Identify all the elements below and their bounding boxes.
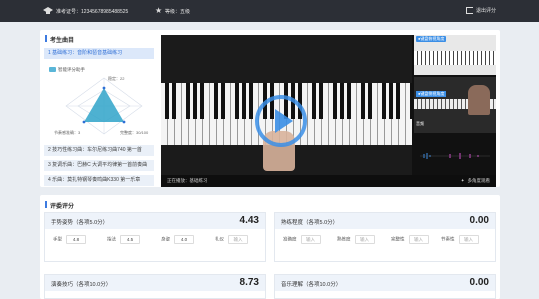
black-key [312,83,316,119]
graduation-cap-icon [43,7,53,14]
side-video-side-view[interactable]: ●键盘侧视角度 音频 [414,77,496,133]
black-key [389,83,393,119]
field-fluency: 熟练度 输入 [337,235,375,244]
card-score: 4.43 [239,215,259,226]
radar-label-stability: 稳定：22 [108,76,125,81]
black-key [221,83,225,119]
fluency-input[interactable]: 输入 [354,235,375,244]
performer-image [468,85,490,115]
accuracy-input[interactable]: 输入 [300,235,321,244]
score-card-posture: 手势姿势（各项5.0分） 4.43 手型 4.8 指法 4.5 身姿 4.0 礼仪 输入 [44,212,266,262]
side-video-top-view[interactable]: ●键盘俯视角度 [414,35,496,75]
card-title: 音乐理解（各项10.0分） [281,282,342,288]
field-rhythm: 节奏性 输入 [441,235,479,244]
task-item-1[interactable]: 1 基础练习：音阶和琶音基础练习 [44,48,154,59]
black-key [249,83,253,119]
integrity-input[interactable]: 输入 [408,235,429,244]
score-card-proficiency: 熟练程度（各项5.0分） 0.00 准确度 输入 熟练度 输入 完整性 输入 节奏性输… [274,212,496,262]
posture-input[interactable]: 4.0 [174,235,194,244]
black-key [382,83,386,119]
black-key [361,83,365,119]
card-score: 0.00 [469,215,489,226]
card-title: 手势姿势（各项5.0分） [51,220,109,226]
black-key [333,83,337,119]
waveform-icon [420,153,490,159]
black-key [214,83,218,119]
play-icon[interactable] [275,109,293,133]
card-score: 8.73 [239,277,259,288]
black-key [200,83,204,119]
radar-area [84,88,124,122]
fingering-input[interactable]: 4.5 [120,235,140,244]
exit-button[interactable]: 退出评分 [465,7,496,14]
scoring-section-title: 评委评分 [44,201,74,210]
grade-label: 等级：五级 [165,9,191,15]
radar-label-completeness: 完整度：30/100 [120,130,149,135]
video-status-bar: 正在播放：基础练习 多角度观看 [161,175,496,187]
exit-icon [465,7,473,14]
task-item-3[interactable]: 3 复调乐曲：巴赫C 大调平均律第一首前奏曲 [44,160,154,171]
field-fingering: 指法 4.5 [107,235,140,244]
card-score: 0.00 [469,277,489,288]
black-key [396,83,400,119]
field-posture: 身姿 4.0 [161,235,194,244]
star-icon: ★ [155,6,163,15]
task-item-4[interactable]: 4 乐曲：莫扎特钢琴奏鸣曲K330 第一乐章 [44,175,154,186]
field-accuracy: 准确度 输入 [283,235,321,244]
assistant-label: 智能评分助手 [49,67,85,73]
black-key [165,83,169,119]
multi-angle-button[interactable]: 多角度观看 [461,175,491,187]
black-key [193,83,197,119]
exam-number: 12345678985488525 [81,9,129,15]
black-key [347,83,351,119]
exam-number-label: 准考证号：12345678985488525 [56,9,129,15]
task-item-2[interactable]: 2 技巧性练习曲：车尔尼练习曲740 第一首 [44,145,154,156]
radar-label-rhythm: 节奏感准确：3 [54,130,81,135]
audio-label: 音频 [416,121,424,126]
etiquette-input[interactable]: 输入 [228,235,248,244]
black-key [235,83,239,119]
top-bar: 准考证号：12345678985488525 ★ 等级：五级 退出评分 [0,0,539,22]
hand-shape-input[interactable]: 4.8 [66,235,86,244]
black-key [368,83,372,119]
field-hand-shape: 手型 4.8 [53,235,86,244]
score-card-musicality: 音乐理解（各项10.0分） 0.00 [274,274,496,299]
radar-chart: 稳定：22 节奏感准确：3 完整度：30/100 [44,74,156,140]
video-player[interactable]: ●键盘俯视角度 ●键盘侧视角度 音频 正在播放：基础练习 多角度观看 [161,35,496,187]
now-playing: 正在播放：基础练习 [167,178,208,183]
audio-waveform-panel [414,135,496,175]
black-key [242,83,246,119]
grade-value: 五级 [180,9,191,15]
black-key [410,83,412,119]
card-title: 演奏技巧（各项10.0分） [51,282,112,288]
score-card-technique: 演奏技巧（各项10.0分） 8.73 [44,274,266,299]
card-title: 熟练程度（各项5.0分） [281,220,339,226]
main-video[interactable] [161,35,412,175]
black-key [186,83,190,119]
ai-icon [49,67,56,72]
field-integrity: 完整性 输入 [391,235,429,244]
black-key [319,83,323,119]
field-etiquette: 礼仪 输入 [215,235,248,244]
tasks-section-title: 考生曲目 [44,35,74,44]
black-key [172,83,176,119]
black-key [340,83,344,119]
rhythm-input[interactable]: 输入 [458,235,479,244]
